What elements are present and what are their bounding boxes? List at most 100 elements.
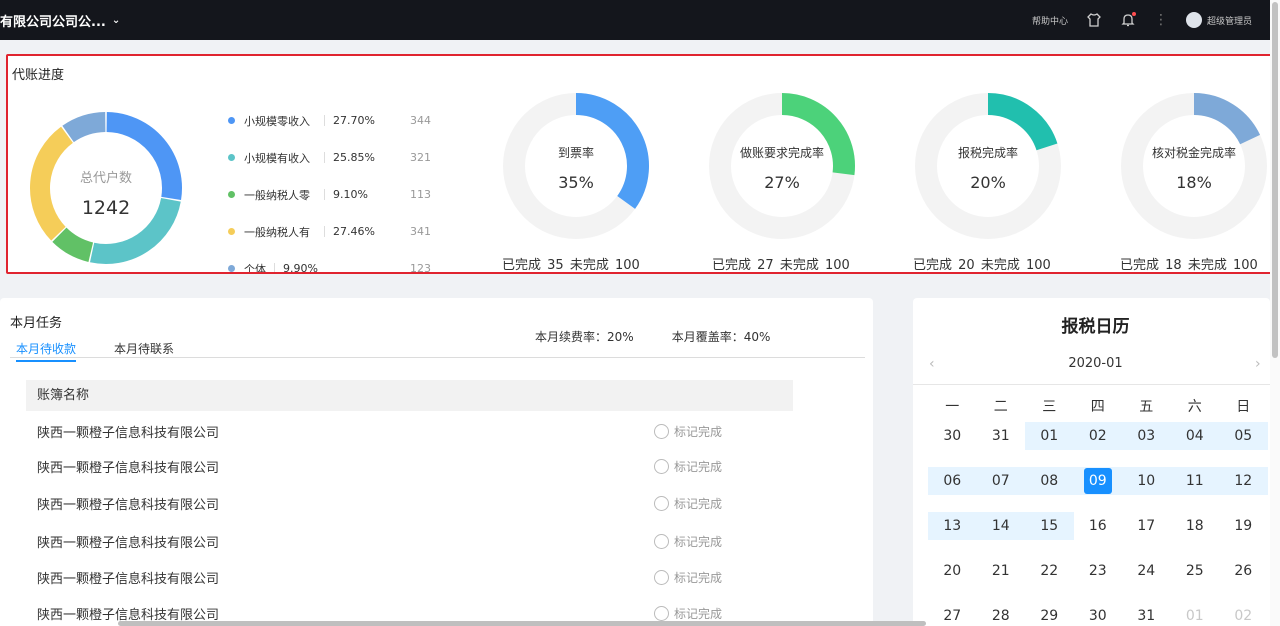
calendar-day[interactable]: 05 [1219,422,1268,450]
donut-segment[interactable] [106,112,182,201]
user-menu[interactable]: 超级管理员 [1185,12,1252,28]
total-clients-donut: 总代户数 1242 [30,112,182,264]
donut-segment[interactable] [30,126,74,241]
skin-icon[interactable] [1086,12,1102,28]
legend-count: 341 [410,225,431,238]
calendar-day[interactable]: 14 [976,512,1025,540]
legend-divider [324,226,325,237]
mark-done-radio[interactable]: 标记完成 [654,495,722,512]
monthly-tasks-panel: 本月任务 本月待收款 本月待联系 本月续费率：20% 本月覆盖率：40% 账簿名… [0,298,873,626]
calendar-week: 30 31 01 02 03 04 05 [928,422,1268,450]
bell-icon[interactable] [1120,12,1136,28]
tax-calendar-panel: 报税日历 ‹ 2020-01 › 一 二 三 四 五 六 日 30 31 01 … [913,298,1270,626]
legend-item[interactable]: 一般纳税人零 9.10% 113 [228,176,431,213]
chevron-right-icon[interactable]: › [1255,356,1261,372]
calendar-day[interactable]: 23 [1074,557,1123,585]
mark-done-label: 标记完成 [674,570,723,585]
calendar-day[interactable]: 24 [1122,557,1171,585]
calendar-day[interactable]: 21 [977,557,1026,585]
donut-center-label: 总代户数 [80,170,132,186]
calendar-day[interactable]: 06 [928,467,977,495]
calendar-day[interactable]: 27 [928,602,977,626]
radio-icon [654,533,669,549]
calendar-month: 2020-01 [1068,356,1123,371]
radio-icon [654,458,669,474]
legend-name: 个体 [244,262,266,274]
calendar-day[interactable]: 18 [1171,512,1220,540]
gauge-arc [1193,93,1261,145]
company-selector[interactable]: 有限公司公司公... ⌄ [0,11,120,30]
done-count: 27 [757,258,774,273]
calendar-day[interactable]: 02 [1219,602,1268,626]
legend-divider [324,189,325,200]
weekday: 一 [945,399,960,415]
calendar-day[interactable]: 22 [1025,557,1074,585]
calendar-day[interactable]: 02 [1073,422,1122,450]
avatar [1185,12,1202,28]
calendar-day[interactable]: 07 [976,467,1025,495]
calendar-day[interactable]: 01 [1171,602,1220,626]
more-icon[interactable]: ⋮ [1154,12,1168,28]
mark-done-radio[interactable]: 标记完成 [654,605,722,622]
calendar-day[interactable]: 04 [1170,422,1219,450]
calendar-day[interactable]: 16 [1074,512,1123,540]
calendar-day[interactable]: 10 [1122,467,1171,495]
tab-pending-contact[interactable]: 本月待联系 [114,340,174,362]
table-row: 陕西一颗橙子信息科技有限公司 标记完成 [37,421,777,441]
calendar-day[interactable]: 11 [1170,467,1219,495]
donut-segment[interactable] [52,227,94,262]
calendar-day[interactable]: 13 [928,512,977,540]
calendar-day[interactable]: 15 [1025,512,1074,540]
vertical-scrollbar[interactable] [1270,0,1280,626]
mark-done-label: 标记完成 [674,424,723,439]
mark-done-radio[interactable]: 标记完成 [654,423,722,440]
donut-legend: 小规模零收入 27.70% 344 小规模有收入 25.85% 321 一般纳税… [228,102,431,274]
panel-title: 代账进度 [12,68,65,83]
calendar-day[interactable]: 31 [977,422,1026,450]
legend-item[interactable]: 小规模零收入 27.70% 344 [228,102,431,139]
calendar-day[interactable]: 12 [1219,467,1268,495]
mark-done-radio[interactable]: 标记完成 [654,533,722,550]
calendar-day[interactable]: 01 [1025,422,1074,450]
help-center-link[interactable]: 帮助中心 [1032,14,1068,27]
calendar-day[interactable]: 25 [1171,557,1220,585]
calendar-day[interactable]: 08 [1025,467,1074,495]
selected-day: 09 [1083,468,1112,494]
gauge-value: 35% [558,173,594,192]
calendar-day[interactable]: 03 [1122,422,1171,450]
calendar-day[interactable]: 17 [1122,512,1171,540]
legend-item[interactable]: 一般纳税人有 27.46% 341 [228,213,431,250]
calendar-day[interactable]: 30 [1074,602,1123,626]
mark-done-radio[interactable]: 标记完成 [654,458,722,475]
scrollbar-thumb[interactable] [1272,2,1278,358]
legend-dot [228,191,235,198]
calendar-day-selected[interactable]: 09 [1073,467,1122,495]
mark-done-radio[interactable]: 标记完成 [654,569,722,586]
gauge-value: 20% [970,173,1006,192]
mark-done-label: 标记完成 [674,534,723,549]
calendar-day[interactable]: 31 [1122,602,1171,626]
calendar-day[interactable]: 30 [928,422,977,450]
account-name: 陕西一颗橙子信息科技有限公司 [37,425,220,441]
mark-done-label: 标记完成 [674,496,723,511]
calendar-day[interactable]: 26 [1219,557,1268,585]
calendar-title: 报税日历 [1061,317,1130,337]
legend-item[interactable]: 小规模有收入 25.85% 321 [228,139,431,176]
tabs-divider [10,357,865,358]
calendar-day[interactable]: 19 [1219,512,1268,540]
calendar-day[interactable]: 29 [1025,602,1074,626]
table-row: 陕西一颗橙子信息科技有限公司 标记完成 [37,456,777,476]
horizontal-scrollbar[interactable] [118,621,926,626]
tab-pending-payment[interactable]: 本月待收款 [16,340,77,362]
top-bar: 有限公司公司公... ⌄ 帮助中心 ⋮ 超级管理员 [0,0,1270,40]
donut-segment[interactable] [62,112,106,143]
legend-item[interactable]: 个体 9.90% 123 [228,250,431,274]
weekday: 六 [1187,399,1202,415]
calendar-nav: ‹ 2020-01 › [913,356,1270,376]
todo-count: 100 [825,258,850,273]
notification-dot [1131,12,1136,16]
calendar-day[interactable]: 28 [977,602,1026,626]
calendar-day[interactable]: 20 [928,557,977,585]
company-name: 有限公司公司公... [0,14,106,30]
legend-divider [324,115,325,126]
